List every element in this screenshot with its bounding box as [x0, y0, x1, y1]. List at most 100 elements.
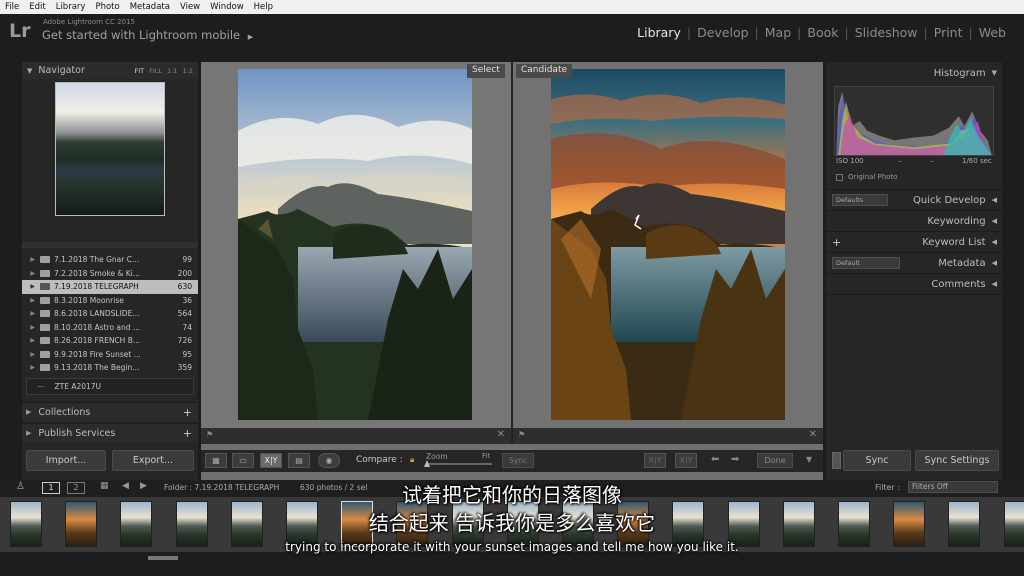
menu-library[interactable]: Library: [56, 2, 86, 12]
survey-view-icon[interactable]: ▤: [288, 453, 310, 468]
zoom-slider[interactable]: [426, 463, 492, 465]
toolbar-menu-chevron-icon[interactable]: ▼: [806, 455, 812, 464]
flag-icon[interactable]: ⚑: [206, 430, 213, 439]
candidate-pane-toolbar: ⚑ ✕: [513, 428, 823, 444]
lightroom-window: File Edit Library Photo Metadata View Wi…: [0, 0, 1024, 576]
panel-divider: [826, 294, 1002, 295]
chevron-right-icon: ▶: [26, 429, 32, 437]
module-map[interactable]: Map: [759, 25, 797, 40]
left-panel: ▼ Navigator FIT FILL 1:1 1:2 — ZTE A2017…: [22, 62, 198, 480]
flag-icon[interactable]: ⚑: [518, 430, 525, 439]
candidate-label: Candidate: [516, 64, 573, 78]
module-develop[interactable]: Develop: [691, 25, 754, 40]
chevron-down-icon: ▼: [27, 66, 33, 75]
export-button[interactable]: Export...: [112, 450, 194, 471]
chevron-right-icon[interactable]: ▶: [22, 270, 40, 277]
chevron-right-icon[interactable]: ▶: [22, 283, 40, 290]
histogram-chart[interactable]: [834, 86, 994, 156]
menu-metadata[interactable]: Metadata: [130, 2, 170, 12]
quick-develop-preset-select[interactable]: Defaults: [832, 194, 888, 206]
folder-icon: [40, 310, 50, 318]
folder-row[interactable]: ▶ 8.6.2018 LANDSLIDE... 564: [22, 307, 198, 321]
chevron-left-icon: ◀: [991, 238, 997, 246]
zoom-1-1[interactable]: 1:1: [167, 67, 177, 75]
candidate-photo[interactable]: [551, 69, 785, 420]
make-select-icon[interactable]: X|Y: [675, 453, 697, 468]
zoom-fit[interactable]: FIT: [135, 67, 145, 75]
keyword-list-header[interactable]: + Keyword List ◀: [826, 231, 1002, 252]
add-keyword-icon[interactable]: +: [832, 236, 841, 249]
arrow-right-icon[interactable]: ➡: [731, 454, 739, 465]
folder-icon: [40, 350, 50, 358]
import-button[interactable]: Import...: [26, 450, 106, 471]
chevron-right-icon[interactable]: ▶: [22, 324, 40, 331]
menu-edit[interactable]: Edit: [29, 2, 45, 12]
metadata-preset-select[interactable]: Default: [832, 257, 900, 269]
chevron-right-icon[interactable]: ▶: [22, 364, 40, 371]
mobile-prompt[interactable]: Get started with Lightroom mobile ▶: [42, 28, 253, 42]
quick-develop-header[interactable]: Defaults Quick Develop ◀: [826, 189, 1002, 210]
folder-row[interactable]: ▶ 8.10.2018 Astro and ... 74: [22, 321, 198, 335]
zoom-1-2[interactable]: 1:2: [183, 67, 193, 75]
compare-view-icon[interactable]: X|Y: [260, 453, 282, 468]
select-photo[interactable]: [238, 69, 472, 420]
module-web[interactable]: Web: [973, 25, 1012, 40]
folder-row[interactable]: ▶ 7.2.2018 Smoke & Ki... 200: [22, 267, 198, 281]
histogram-header[interactable]: Histogram ▼: [826, 62, 1002, 84]
menu-help[interactable]: Help: [254, 2, 273, 12]
lock-icon[interactable]: 🔒︎: [410, 455, 414, 465]
arrow-left-icon[interactable]: ⬅: [711, 454, 719, 465]
chevron-right-icon[interactable]: ▶: [22, 256, 40, 263]
grid-view-icon[interactable]: ▦: [205, 453, 227, 468]
loupe-view-icon[interactable]: ▭: [232, 453, 254, 468]
sync-settings-button[interactable]: Sync Settings: [915, 450, 999, 471]
close-icon[interactable]: ✕: [809, 429, 817, 440]
chevron-left-icon: ◀: [991, 196, 997, 204]
module-print[interactable]: Print: [928, 25, 969, 40]
folder-icon: [40, 337, 50, 345]
menu-window[interactable]: Window: [210, 2, 244, 12]
folder-row[interactable]: ▶ 8.26.2018 FRENCH B... 726: [22, 334, 198, 348]
done-button[interactable]: Done: [757, 453, 793, 468]
folder-row[interactable]: ▶ 7.1.2018 The Gnar C... 99: [22, 253, 198, 267]
menu-photo[interactable]: Photo: [95, 2, 119, 12]
chevron-right-icon[interactable]: ▶: [22, 310, 40, 317]
zoom-fill[interactable]: FILL: [149, 67, 162, 75]
auto-sync-toggle[interactable]: [832, 452, 841, 469]
add-publish-service-icon[interactable]: +: [183, 427, 192, 440]
chevron-right-icon[interactable]: ▶: [22, 337, 40, 344]
swap-select-candidate-icon[interactable]: X|Y: [644, 453, 666, 468]
folder-row[interactable]: ▶ 8.3.2018 Moonrise 36: [22, 294, 198, 308]
navigator-preview[interactable]: [55, 82, 165, 216]
filmstrip-scroll-thumb[interactable]: [148, 556, 178, 560]
publish-services-header[interactable]: ▶ Publish Services +: [22, 423, 198, 442]
navigator-header[interactable]: ▼ Navigator FIT FILL 1:1 1:2: [22, 62, 198, 79]
folder-row[interactable]: ▶ 9.9.2018 Fire Sunset ... 95: [22, 348, 198, 362]
sync-button[interactable]: Sync: [843, 450, 911, 471]
folder-row[interactable]: ▶ 9.13.2018 The Begin... 359: [22, 361, 198, 375]
module-book[interactable]: Book: [801, 25, 844, 40]
chevron-right-icon[interactable]: ▶: [22, 351, 40, 358]
subtitle-english: trying to incorporate it with your sunse…: [285, 540, 739, 554]
mobile-prompt-text: Get started with Lightroom mobile: [42, 28, 241, 42]
original-photo-checkbox[interactable]: [836, 174, 843, 181]
add-collection-icon[interactable]: +: [183, 406, 192, 419]
aperture-value: –: [930, 157, 934, 165]
collections-header[interactable]: ▶ Collections +: [22, 402, 198, 421]
comments-header[interactable]: Comments ◀: [826, 273, 1002, 294]
metadata-header[interactable]: Default Metadata ◀: [826, 252, 1002, 273]
folder-count: 630: [177, 282, 192, 292]
folder-row[interactable]: ▶ 7.19.2018 TELEGRAPH 630: [22, 280, 198, 294]
people-view-icon[interactable]: ◉: [318, 453, 340, 468]
sync-zoom-button[interactable]: Sync: [502, 453, 534, 468]
keywording-header[interactable]: Keywording ◀: [826, 210, 1002, 231]
navigator-title: Navigator: [38, 65, 85, 76]
menu-view[interactable]: View: [180, 2, 200, 12]
module-slideshow[interactable]: Slideshow: [849, 25, 924, 40]
module-library[interactable]: Library: [631, 25, 687, 40]
chevron-right-icon[interactable]: ▶: [22, 297, 40, 304]
menu-file[interactable]: File: [5, 2, 19, 12]
compare-label: Compare :: [356, 455, 403, 465]
volume-zte[interactable]: — ZTE A2017U: [26, 378, 194, 395]
close-icon[interactable]: ✕: [497, 429, 505, 440]
